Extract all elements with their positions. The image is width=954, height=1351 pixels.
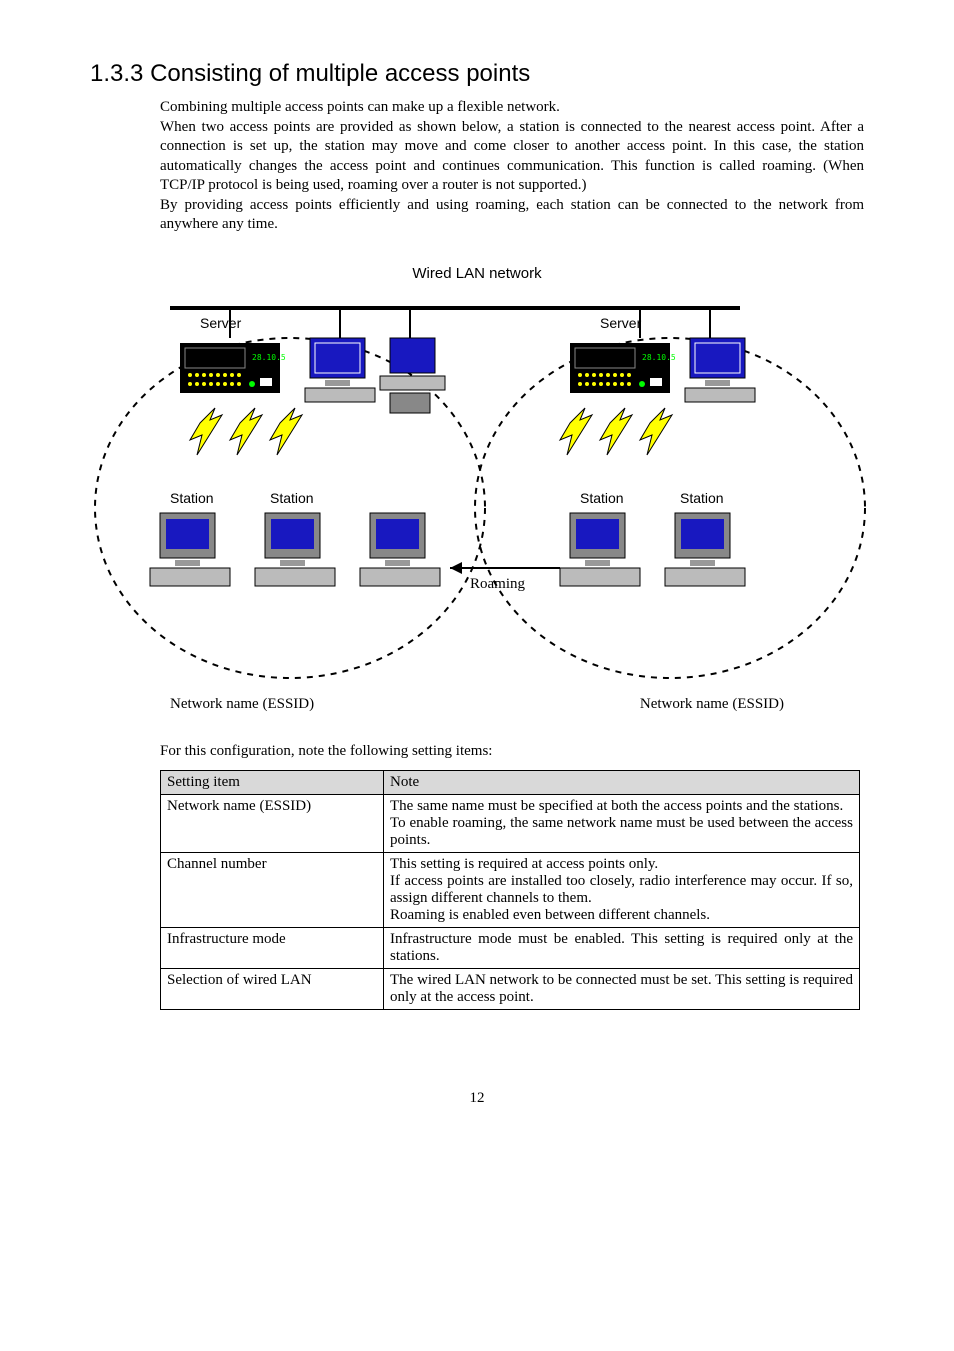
station-label: Station — [580, 490, 624, 506]
paragraph-3: By providing access points efficiently a… — [160, 196, 864, 235]
table-intro: For this configuration, note the followi… — [160, 743, 864, 760]
server-label-left: Server — [200, 315, 242, 331]
station-icon — [665, 513, 745, 586]
section-heading: 1.3.3 Consisting of multiple access poin… — [90, 60, 864, 88]
section-title: Consisting of multiple access points — [150, 60, 530, 87]
setting-item: Selection of wired LAN — [161, 968, 384, 1009]
setting-item: Channel number — [161, 852, 384, 927]
essid-label-right: Network name (ESSID) — [640, 696, 784, 713]
server-label-right: Server — [600, 315, 642, 331]
table-row: Selection of wired LAN The wired LAN net… — [161, 968, 860, 1009]
section-number: 1.3.3 — [90, 60, 143, 87]
setting-note: The wired LAN network to be connected mu… — [384, 968, 860, 1009]
page-number: 12 — [90, 1090, 864, 1107]
settings-table: Setting item Note Network name (ESSID) T… — [160, 770, 860, 1010]
setting-item: Network name (ESSID) — [161, 794, 384, 852]
diagram-svg: Server Server 28.10.5 — [90, 288, 870, 688]
svg-text:28.10.5: 28.10.5 — [252, 353, 286, 362]
paragraph-2: When two access points are provided as s… — [160, 118, 864, 196]
wireless-icon — [560, 408, 672, 455]
setting-note: Infrastructure mode must be enabled. Thi… — [384, 927, 860, 968]
setting-note: The same name must be specified at both … — [384, 794, 860, 852]
ap-monitor-left — [305, 338, 375, 402]
table-row: Infrastructure mode Infrastructure mode … — [161, 927, 860, 968]
table-row: Channel number This setting is required … — [161, 852, 860, 927]
wireless-icon — [190, 408, 302, 455]
station-label: Station — [170, 490, 214, 506]
tower-monitor — [380, 338, 445, 413]
table-row: Network name (ESSID) The same name must … — [161, 794, 860, 852]
setting-note: This setting is required at access point… — [384, 852, 860, 927]
roaming-label: Roaming — [470, 576, 525, 592]
table-header-note: Note — [384, 770, 860, 794]
station-label: Station — [680, 490, 724, 506]
setting-item: Infrastructure mode — [161, 927, 384, 968]
station-icon — [560, 513, 640, 586]
station-label: Station — [270, 490, 314, 506]
diagram-title: Wired LAN network — [90, 265, 864, 282]
server-icon-left: 28.10.5 — [180, 343, 286, 393]
svg-text:28.10.5: 28.10.5 — [642, 353, 676, 362]
station-icon — [360, 513, 440, 586]
paragraph-1: Combining multiple access points can mak… — [160, 98, 864, 118]
network-diagram: Wired LAN network Server Server 28.10.5 — [90, 265, 864, 713]
server-icon-right: 28.10.5 — [570, 343, 676, 393]
station-icon — [255, 513, 335, 586]
station-icon — [150, 513, 230, 586]
table-header-item: Setting item — [161, 770, 384, 794]
essid-label-left: Network name (ESSID) — [170, 696, 314, 713]
ap-monitor-right — [685, 338, 755, 402]
